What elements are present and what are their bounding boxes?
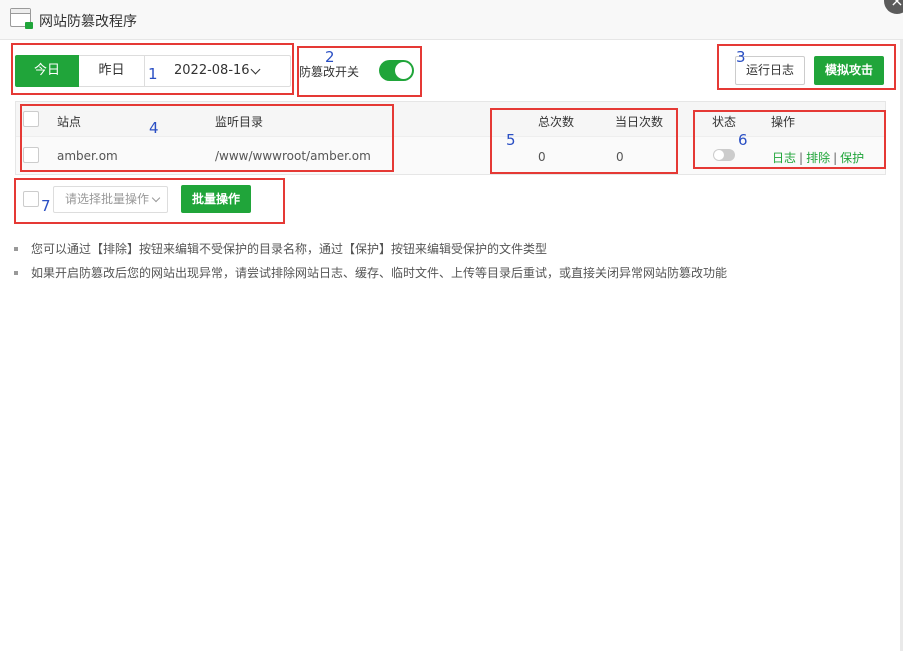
tip-item: 如果开启防篡改后您的网站出现异常，请尝试排除网站日志、缓存、临时文件、上传等目录…: [14, 261, 894, 285]
annotation-number-2: 2: [325, 48, 335, 66]
annotation-box-7: [14, 178, 285, 224]
annotation-box-6: [693, 110, 886, 169]
annotation-number-1: 1: [148, 65, 158, 83]
annotation-box-2: [297, 46, 422, 97]
tip-item: 您可以通过【排除】按钮来编辑不受保护的目录名称，通过【保护】按钮来编辑受保护的文…: [14, 237, 894, 261]
annotation-number-3: 3: [736, 48, 746, 66]
tips-list: 您可以通过【排除】按钮来编辑不受保护的目录名称，通过【保护】按钮来编辑受保护的文…: [14, 237, 894, 285]
app-window-icon: [10, 8, 33, 29]
lock-icon: [25, 22, 33, 29]
annotation-number-5: 5: [506, 131, 516, 149]
annotation-box-4: [20, 104, 394, 172]
window-title: 网站防篡改程序: [39, 14, 137, 30]
annotation-box-5: [490, 108, 678, 174]
annotation-number-7: 7: [41, 197, 51, 215]
annotation-number-4: 4: [149, 119, 159, 137]
annotation-number-6: 6: [738, 131, 748, 149]
title-bar: 网站防篡改程序: [0, 0, 903, 40]
